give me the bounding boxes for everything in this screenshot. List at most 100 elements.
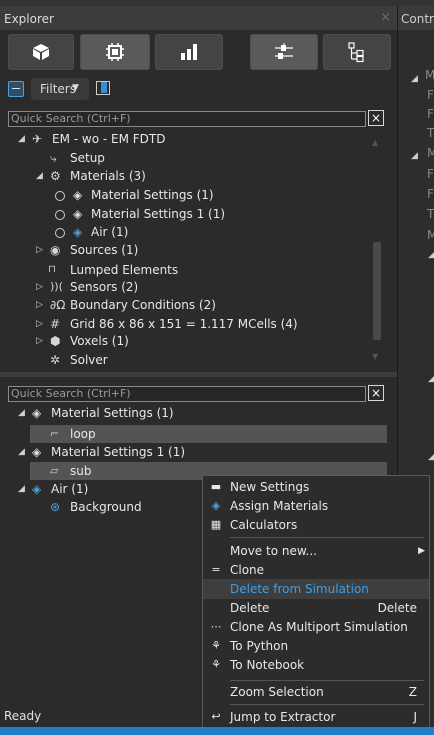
menu-separator — [230, 680, 424, 681]
clear-search-button-bottom[interactable]: × — [368, 385, 384, 401]
scroll-down-arrow-icon[interactable]: ▼ — [372, 352, 378, 361]
controller-header: Control — [398, 6, 434, 30]
collapsed-caret-icon: ▷ — [36, 300, 43, 310]
tree-label: Solver — [70, 353, 108, 367]
gear-icon: ⚙ — [50, 169, 61, 183]
cut-off-label: M — [427, 146, 434, 160]
tree-label: sub — [70, 464, 92, 478]
visibility-radio-icon[interactable] — [55, 191, 65, 201]
settings-view-button[interactable] — [250, 34, 318, 70]
tree-label: Material Settings 1 (1) — [91, 207, 226, 221]
menu-item-assign-materials[interactable]: ◈ Assign Materials — [203, 496, 429, 516]
menu-item-to-notebook[interactable]: ⚘ To Notebook — [203, 655, 429, 675]
cube-icon: ◈ — [32, 406, 42, 420]
boundary-icon: ∂Ω — [50, 298, 66, 312]
expand-caret-icon: ◢ — [18, 484, 25, 494]
calculator-icon: ▦ — [210, 518, 222, 531]
minus-icon — [12, 88, 20, 89]
assign-materials-icon: ◈ — [211, 499, 221, 512]
jump-icon: ↩ — [211, 710, 221, 723]
search-input-bottom[interactable]: Quick Search (Ctrl+F) — [8, 386, 366, 402]
tree-label: EM - wo - EM FDTD — [52, 132, 166, 146]
source-icon: ◉ — [50, 243, 61, 257]
menu-item-calculators[interactable]: ▦ Calculators — [203, 515, 429, 535]
collapsed-caret-icon: ▷ — [36, 245, 43, 255]
menu-item-move-to-new[interactable]: Move to new... ▶ — [203, 541, 429, 561]
menu-item-zoom-selection[interactable]: Zoom Selection Z — [203, 682, 429, 702]
tree-label: Air (1) — [91, 225, 129, 239]
cube-icon — [33, 44, 49, 60]
cut-off-label: F — [427, 167, 434, 181]
tree-label: Materials (3) — [70, 169, 146, 183]
expand-caret-icon: ◢ — [428, 374, 434, 384]
menu-item-clone[interactable]: = Clone — [203, 560, 429, 580]
menu-item-jump-to-extractor[interactable]: ↩ Jump to Extractor J — [203, 707, 429, 727]
tree-label: Setup — [70, 151, 105, 165]
menu-item-label: To Notebook — [230, 658, 305, 672]
cube-icon: ◈ — [32, 482, 42, 496]
pane-splitter[interactable] — [0, 372, 397, 377]
tree-label: Background — [70, 500, 142, 514]
tree-label: Sources (1) — [70, 243, 139, 257]
submenu-arrow-icon: ▶ — [418, 546, 425, 556]
menu-item-label: Delete from Simulation — [230, 582, 369, 596]
close-icon[interactable]: × — [380, 10, 391, 25]
python-icon: ⚘ — [211, 639, 221, 652]
search-input-top[interactable]: Quick Search (Ctrl+F) — [8, 111, 366, 127]
hierarchy-view-button[interactable] — [323, 34, 391, 70]
expand-caret-icon: ◢ — [18, 134, 25, 144]
menu-separator — [230, 537, 424, 538]
solver-icon: ✲ — [50, 353, 61, 367]
explorer-title: Explorer — [4, 12, 54, 26]
hierarchy-icon — [348, 42, 364, 63]
explorer-header: Explorer × — [0, 6, 397, 30]
status-accent-bar — [0, 727, 434, 735]
menu-separator — [230, 704, 424, 705]
sensor-icon: ))( — [50, 280, 63, 293]
menu-shortcut: Delete — [377, 601, 417, 615]
cut-off-label: M — [425, 68, 434, 82]
background-icon: ⊛ — [50, 500, 61, 514]
chip-view-button[interactable] — [80, 34, 150, 70]
cut-off-label: F — [427, 187, 434, 201]
tree-label: Voxels (1) — [70, 334, 129, 348]
notebook-icon: ⚘ — [211, 658, 221, 671]
model-view-button[interactable] — [8, 34, 74, 70]
menu-item-new-settings[interactable]: ▬ New Settings — [203, 477, 429, 497]
cut-off-label: M — [427, 228, 434, 242]
new-settings-icon: ▬ — [210, 480, 222, 493]
menu-item-label: New Settings — [230, 480, 310, 494]
tree-scrollbar-thumb[interactable] — [373, 242, 381, 340]
visibility-radio-icon[interactable] — [55, 228, 65, 238]
scroll-up-arrow-icon[interactable]: ▲ — [372, 138, 378, 147]
menu-item-label: Assign Materials — [230, 499, 329, 513]
tree-label: Material Settings 1 (1) — [51, 445, 186, 459]
collapsed-caret-icon: ▷ — [36, 282, 43, 292]
cut-off-label: T — [427, 207, 434, 221]
cube-icon: ◈ — [73, 188, 83, 202]
multiport-icon: ⋯ — [210, 620, 222, 633]
menu-item-label: Clone As Multiport Simulation — [230, 620, 408, 634]
results-view-button[interactable] — [155, 34, 223, 70]
expand-caret-icon: ◢ — [428, 452, 434, 462]
clear-search-button-top[interactable]: × — [368, 110, 384, 126]
expand-caret-icon: ◢ — [18, 408, 25, 418]
cube-icon: ◈ — [32, 445, 42, 459]
bar-chart-icon — [181, 44, 197, 60]
voxel-icon: ⬢ — [50, 334, 61, 348]
menu-item-delete-from-simulation[interactable]: Delete from Simulation — [203, 579, 429, 599]
tree-label: Boundary Conditions (2) — [70, 298, 216, 312]
sketch-icon: ⌐ — [50, 427, 60, 440]
visibility-radio-icon[interactable] — [55, 210, 65, 220]
cube-icon: ◈ — [73, 225, 83, 239]
chevron-down-icon: ▼ — [72, 83, 79, 93]
menu-item-delete[interactable]: Delete Delete — [203, 598, 429, 618]
setup-icon: ⤷ — [50, 151, 57, 165]
menu-item-to-python[interactable]: ⚘ To Python — [203, 636, 429, 656]
collapse-all-toggle[interactable] — [8, 81, 24, 97]
menu-item-label: Clone — [230, 563, 265, 577]
menu-item-clone-multiport[interactable]: ⋯ Clone As Multiport Simulation — [203, 617, 429, 637]
cut-off-label: T — [427, 126, 434, 140]
menu-item-label: Move to new... — [230, 544, 317, 558]
tree-label: Sensors (2) — [70, 280, 139, 294]
